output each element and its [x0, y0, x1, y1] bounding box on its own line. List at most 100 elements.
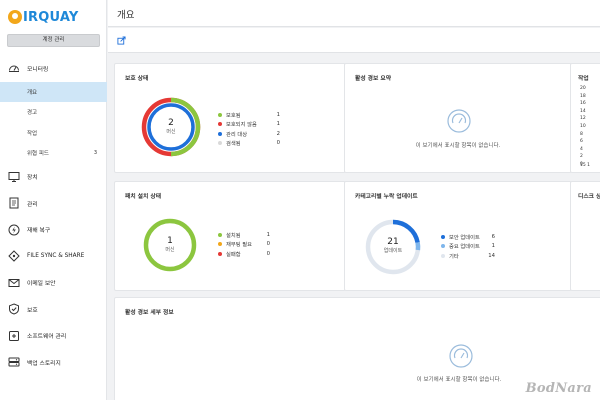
sidebar-item-backup-storage[interactable]: 백업 스토리지 — [0, 349, 107, 376]
widget-title: 활성 경보 요약 — [355, 76, 392, 82]
sidebar-item-protection[interactable]: 보호 — [0, 296, 107, 323]
legend-value: 0 — [276, 140, 280, 147]
axis-tick-label: 20 — [580, 86, 586, 91]
patch-donut-center: 1 머신 — [142, 236, 198, 254]
legend-label: 보안 업데이트 — [449, 234, 480, 241]
customize-view-icon[interactable] — [117, 36, 126, 45]
legend-item[interactable]: 실패함 0 — [218, 249, 270, 259]
disk-status-widget: 디스크 상 — [570, 181, 600, 291]
legend-dot — [218, 122, 222, 127]
active-alerts-summary-widget: 활성 경보 요약 이 보기에서 표시할 항목이 없습니다. — [344, 63, 572, 173]
lightning-icon — [8, 224, 20, 236]
widget-title: 디스크 상 — [578, 194, 600, 200]
legend-label: 검색됨 — [226, 141, 241, 148]
logo-icon — [8, 10, 22, 24]
sidebar-subitem-threat-feed[interactable]: 위협 피드 3 — [0, 143, 107, 164]
legend-value: 1 — [266, 231, 270, 238]
patch-legend: 설치됨 1 재부팅 필요 0 실패함 0 — [218, 230, 270, 259]
legend-value: 0 — [266, 250, 270, 257]
legend-label: 중요 업데이트 — [449, 244, 480, 251]
legend-item[interactable]: 재부팅 필요 0 — [218, 240, 270, 250]
logo[interactable]: IRQUAY — [8, 8, 79, 26]
legend-item[interactable]: 보호됨 1 — [218, 110, 280, 120]
sidebar-subitem-alerts[interactable]: 경고 — [0, 102, 107, 123]
machine-count: 1 — [167, 236, 173, 246]
legend-dot — [218, 141, 222, 146]
legend-value: 1 — [276, 111, 280, 118]
protection-legend: 보호됨 1 보호되지 않음 1 관리 대상 2 검색됨 0 — [218, 110, 280, 148]
legend-item[interactable]: 중요 업데이트 1 — [441, 242, 495, 252]
legend-item[interactable]: 관리 대상 2 — [218, 129, 280, 139]
legend-item[interactable]: 보안 업데이트 6 — [441, 232, 495, 242]
legend-value: 14 — [488, 252, 495, 259]
sync-icon — [8, 250, 20, 262]
axis-tick-label: 12 — [580, 116, 586, 122]
legend-value: 6 — [491, 233, 495, 240]
legend-dot — [218, 232, 222, 237]
sidebar-item-label: 관리 — [27, 201, 38, 208]
legend-dot — [218, 131, 222, 136]
sidebar-subitem-overview[interactable]: 개요 — [0, 81, 107, 102]
widget-title: 활성 경보 세부 정보 — [125, 310, 174, 316]
protection-status-widget: 보호 상태 2 머신 보호됨 1 보호되지 않음 1 관리 대상 2 검색됨 0 — [114, 63, 346, 173]
missing-updates-legend: 보안 업데이트 6 중요 업데이트 1 기타 14 — [441, 232, 495, 261]
legend-item[interactable]: 보호되지 않음 1 — [218, 120, 280, 130]
sidebar-subitem-label: 위협 피드 — [27, 151, 49, 158]
legend-dot — [441, 244, 445, 249]
page-header: 개요 — [108, 0, 600, 27]
sidebar-item-monitoring[interactable]: 모니터링 — [0, 55, 107, 82]
sidebar-item-software-management[interactable]: 소프트웨어 관리 — [0, 323, 107, 350]
widget-title: 작업 — [578, 76, 589, 82]
jobs-x-axis-label: 15 1 — [580, 163, 591, 168]
protection-donut-center: 2 머신 — [139, 118, 203, 136]
legend-label: 재부팅 필요 — [226, 242, 253, 249]
machine-count: 2 — [168, 118, 174, 128]
jobs-widget: 작업 20 18 16 14 12 10 8 6 4 2 0 15 1 — [570, 63, 600, 173]
axis-tick-label: 14 — [580, 108, 586, 114]
software-icon — [8, 330, 20, 342]
storage-icon — [8, 356, 20, 368]
sidebar-item-devices[interactable]: 장치 — [0, 164, 107, 191]
threat-feed-count-badge: 3 — [93, 150, 97, 157]
account-management-button[interactable]: 계정 관리 — [7, 34, 100, 47]
widget-title: 카테고리별 누락 업데이트 — [355, 194, 418, 200]
sidebar-item-label: 소프트웨어 관리 — [27, 334, 67, 341]
legend-item[interactable]: 검색됨 0 — [218, 139, 280, 149]
legend-dot — [218, 251, 222, 256]
legend-value: 2 — [276, 130, 280, 137]
sidebar-item-file-sync[interactable]: FILE SYNC & SHARE — [0, 243, 107, 270]
update-count: 21 — [387, 237, 399, 247]
shield-icon — [8, 303, 20, 315]
legend-item[interactable]: 기타 14 — [441, 251, 495, 261]
sidebar-item-label: 재해 복구 — [27, 228, 51, 235]
sidebar-item-disaster-recovery[interactable]: 재해 복구 — [0, 217, 107, 244]
sidebar-subitem-label: 작업 — [27, 130, 38, 137]
main-content: 개요 보호 상태 2 머신 보호됨 1 보호되지 않음 1 관리 대상 2 검색됨 0 … — [108, 0, 600, 400]
legend-value: 1 — [276, 121, 280, 128]
monitor-icon — [8, 171, 20, 183]
sidebar-nav: 모니터링 개요 경고 작업 위협 피드 3 장치 관리 재해 복구 FILE S… — [0, 55, 107, 376]
jobs-y-axis: 20 18 16 14 12 10 8 6 4 2 0 — [580, 85, 586, 169]
axis-tick-label: 18 — [580, 93, 586, 99]
legend-label: 보호됨 — [226, 112, 241, 119]
legend-dot — [441, 234, 445, 239]
legend-value: 1 — [491, 243, 495, 250]
widget-title: 패치 설치 상태 — [125, 194, 162, 200]
sidebar-item-label: 장치 — [27, 175, 38, 182]
legend-dot — [218, 242, 222, 247]
sidebar: IRQUAY 계정 관리 모니터링 개요 경고 작업 위협 피드 3 장치 관리 — [0, 0, 107, 400]
sidebar-item-label: 모니터링 — [27, 66, 49, 73]
empty-state-gauge-icon — [449, 344, 473, 368]
legend-item[interactable]: 설치됨 1 — [218, 230, 270, 240]
missing-updates-widget: 카테고리별 누락 업데이트 21 업데이트 보안 업데이트 6 중요 업데이트 1 … — [344, 181, 572, 291]
sidebar-item-email-security[interactable]: 이메일 보안 — [0, 270, 107, 297]
legend-label: 보호되지 않음 — [226, 122, 257, 129]
sidebar-subitem-label: 경고 — [27, 110, 38, 117]
widget-title: 보호 상태 — [125, 76, 149, 82]
machine-label: 머신 — [165, 247, 175, 253]
update-label: 업데이트 — [383, 248, 403, 254]
sidebar-item-management[interactable]: 관리 — [0, 190, 107, 217]
axis-tick-label: 2 — [580, 154, 583, 160]
sidebar-subitem-jobs[interactable]: 작업 — [0, 123, 107, 144]
axis-tick-label: 8 — [580, 131, 583, 137]
